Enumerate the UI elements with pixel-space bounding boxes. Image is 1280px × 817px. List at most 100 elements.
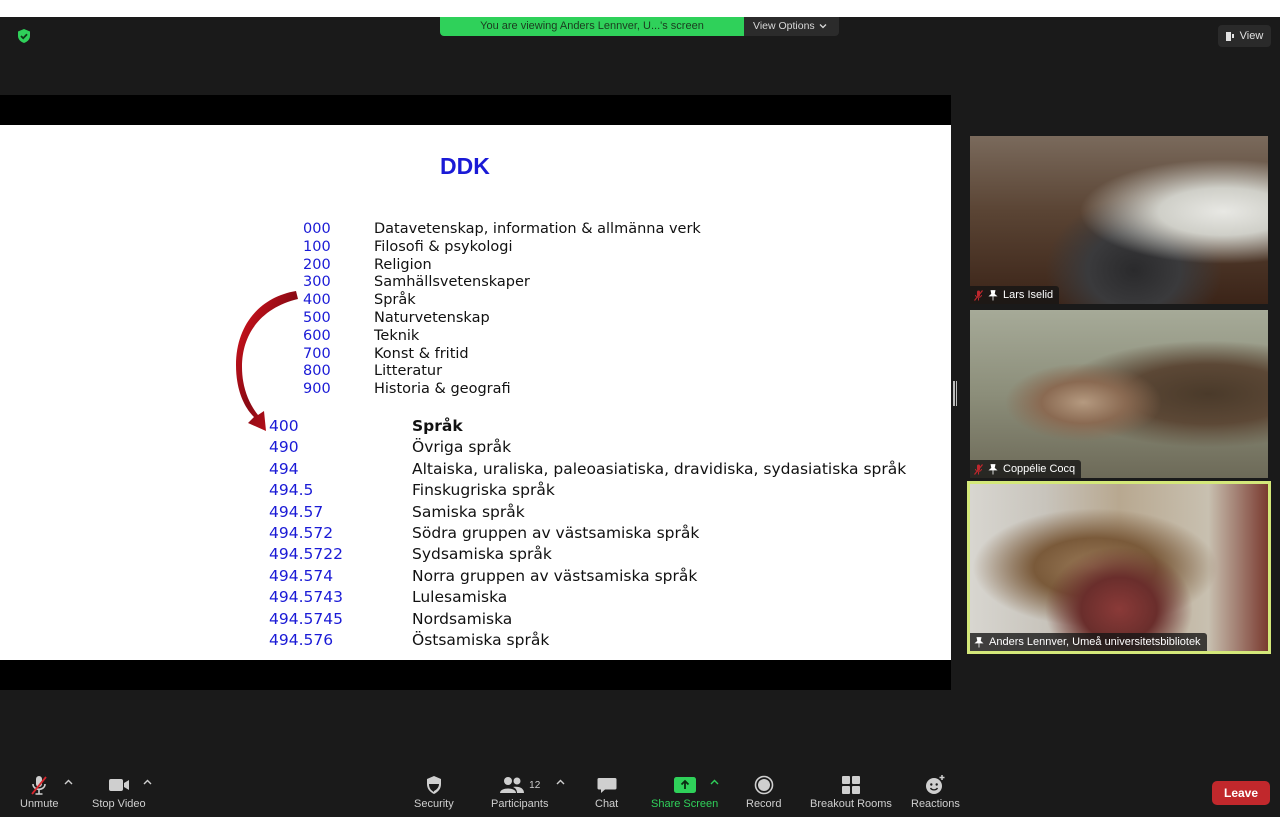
subclass-code: 494.572 [269, 523, 334, 542]
video-options-caret[interactable] [143, 777, 153, 787]
stop-video-button[interactable]: Stop Video [92, 774, 146, 810]
subclass-code: 494.57 [269, 502, 324, 521]
share-screen-button[interactable]: Share Screen [651, 774, 718, 810]
participants-label: Participants [491, 798, 549, 810]
class-code: 700 [303, 345, 331, 362]
class-label: Litteratur [374, 363, 443, 380]
subclass-code: 494.5745 [269, 609, 343, 628]
security-button[interactable]: Security [414, 774, 454, 810]
breakout-rooms-label: Breakout Rooms [810, 798, 892, 810]
subclass-label: Nordsamiska [412, 609, 513, 628]
participant-name: Lars Iselid [1003, 289, 1054, 301]
view-options-label: View Options [753, 20, 815, 32]
reactions-label: Reactions [911, 798, 960, 810]
participant-video-tile[interactable]: Lars Iselid [970, 136, 1268, 304]
participant-name-tag: Anders Lennver, Umeå universitetsbibliot… [970, 633, 1207, 651]
subclass-label: Södra gruppen av västsamiska språk [412, 523, 700, 542]
subclass-label: Samiska språk [412, 502, 525, 521]
subclass-row: 494.574 Norra gruppen av västsamiska språ… [269, 566, 906, 587]
audio-options-caret[interactable] [64, 777, 74, 787]
chevron-down-icon [819, 18, 827, 35]
class-row: 000 Datavetenskap, information & allmänna… [303, 221, 701, 239]
class-label: Datavetenskap, information & allmänna ve… [374, 221, 701, 237]
slide-title: DDK [440, 153, 490, 179]
reactions-button[interactable]: Reactions [911, 774, 960, 810]
share-screen-arrow-icon [673, 774, 697, 796]
class-code: 600 [303, 327, 331, 344]
class-label: Samhällsvetenskaper [374, 274, 530, 291]
participant-name: Anders Lennver, Umeå universitetsbibliot… [989, 636, 1201, 648]
class-label: Teknik [374, 327, 420, 344]
breakout-rooms-button[interactable]: Breakout Rooms [810, 774, 892, 810]
security-label: Security [414, 798, 454, 810]
subclass-row: 494.5743 Lulesamiska [269, 587, 906, 608]
class-code: 900 [303, 381, 331, 398]
subclass-code: 494.5 [269, 481, 314, 500]
record-icon [753, 774, 775, 796]
pin-icon [988, 463, 998, 475]
muted-mic-icon [974, 463, 983, 475]
muted-mic-icon [974, 289, 983, 301]
class-row: 900 Historia & geografi [303, 381, 701, 399]
encryption-shield-icon[interactable] [16, 28, 32, 44]
participants-button[interactable]: 12 Participants [491, 774, 548, 810]
participant-name-tag: Coppélie Cocq [970, 460, 1082, 478]
chat-label: Chat [595, 798, 619, 810]
class-row: 700 Konst & fritid [303, 346, 701, 364]
pin-icon [974, 636, 984, 648]
view-button-label: View [1239, 30, 1264, 42]
subclass-label: Östsamiska språk [412, 630, 550, 649]
subclass-code: 494.576 [269, 630, 334, 649]
subclass-row: 494.5722 Sydsamiska språk [269, 544, 906, 565]
class-row: 500 Naturvetenskap [303, 310, 701, 328]
share-screen-label: Share Screen [651, 798, 719, 810]
chat-button[interactable]: Chat [595, 774, 618, 810]
active-speaker-video-tile[interactable]: Anders Lennver, Umeå universitetsbibliot… [967, 481, 1271, 654]
muted-microphone-icon [28, 774, 50, 796]
shared-screen-letterbox-bottom [0, 660, 951, 690]
shared-screen-slide: DDK 000 Datavetenskap, information & allm… [0, 125, 951, 660]
share-options-caret[interactable] [710, 777, 720, 787]
subclass-code: 494 [269, 459, 299, 478]
view-layout-button[interactable]: View [1218, 25, 1271, 47]
curved-arrow-icon [236, 291, 298, 431]
subclass-row: 494.5745 Nordsamiska [269, 609, 906, 630]
screen-share-banner: You are viewing Anders Lennver, U...'s s… [440, 17, 839, 36]
participants-options-caret[interactable] [556, 777, 566, 787]
class-label: Filosofi & psykologi [374, 238, 513, 255]
shared-screen-letterbox-top [0, 95, 951, 125]
class-code: 300 [303, 274, 331, 291]
layout-icon [1225, 31, 1235, 41]
class-row: 300 Samhällsvetenskaper [303, 274, 701, 292]
leave-button[interactable]: Leave [1212, 781, 1270, 805]
subclass-label: Lulesamiska [412, 588, 508, 607]
panel-resize-handle[interactable] [953, 381, 957, 406]
subclass-row: 494.576 Östsamiska språk [269, 630, 906, 651]
subclass-row: 494.5 Finskugriska språk [269, 480, 906, 501]
main-classes-list: 000 Datavetenskap, information & allmänna… [303, 221, 701, 399]
smiley-plus-icon [924, 774, 946, 796]
subclass-code: 494.574 [269, 566, 334, 585]
participant-name: Coppélie Cocq [1003, 463, 1076, 475]
subclass-label: Norra gruppen av västsamiska språk [412, 566, 698, 585]
language-subclasses-list: 400 Språk 490 Övriga språk 494 Altaiska, ur… [269, 416, 906, 651]
stop-video-label: Stop Video [92, 798, 146, 810]
class-label: Konst & fritid [374, 345, 469, 362]
unmute-button[interactable]: Unmute [20, 774, 59, 810]
breakout-rooms-grid-icon [841, 774, 861, 796]
record-button[interactable]: Record [746, 774, 781, 810]
subclass-code: 490 [269, 438, 299, 457]
participants-count: 12 [529, 779, 541, 791]
subclass-label: Övriga språk [412, 438, 512, 457]
view-options-button[interactable]: View Options [744, 17, 839, 36]
participant-video-tile[interactable]: Coppélie Cocq [970, 310, 1268, 478]
class-code: 100 [303, 238, 331, 255]
subclass-row: 400 Språk [269, 416, 906, 437]
class-label: Historia & geografi [374, 381, 511, 398]
subclass-label: Språk [412, 417, 463, 435]
class-code: 200 [303, 256, 331, 273]
class-label: Naturvetenskap [374, 309, 490, 326]
class-label: Språk [374, 292, 416, 309]
subclass-code: 494.5743 [269, 588, 343, 607]
class-code: 500 [303, 309, 331, 326]
